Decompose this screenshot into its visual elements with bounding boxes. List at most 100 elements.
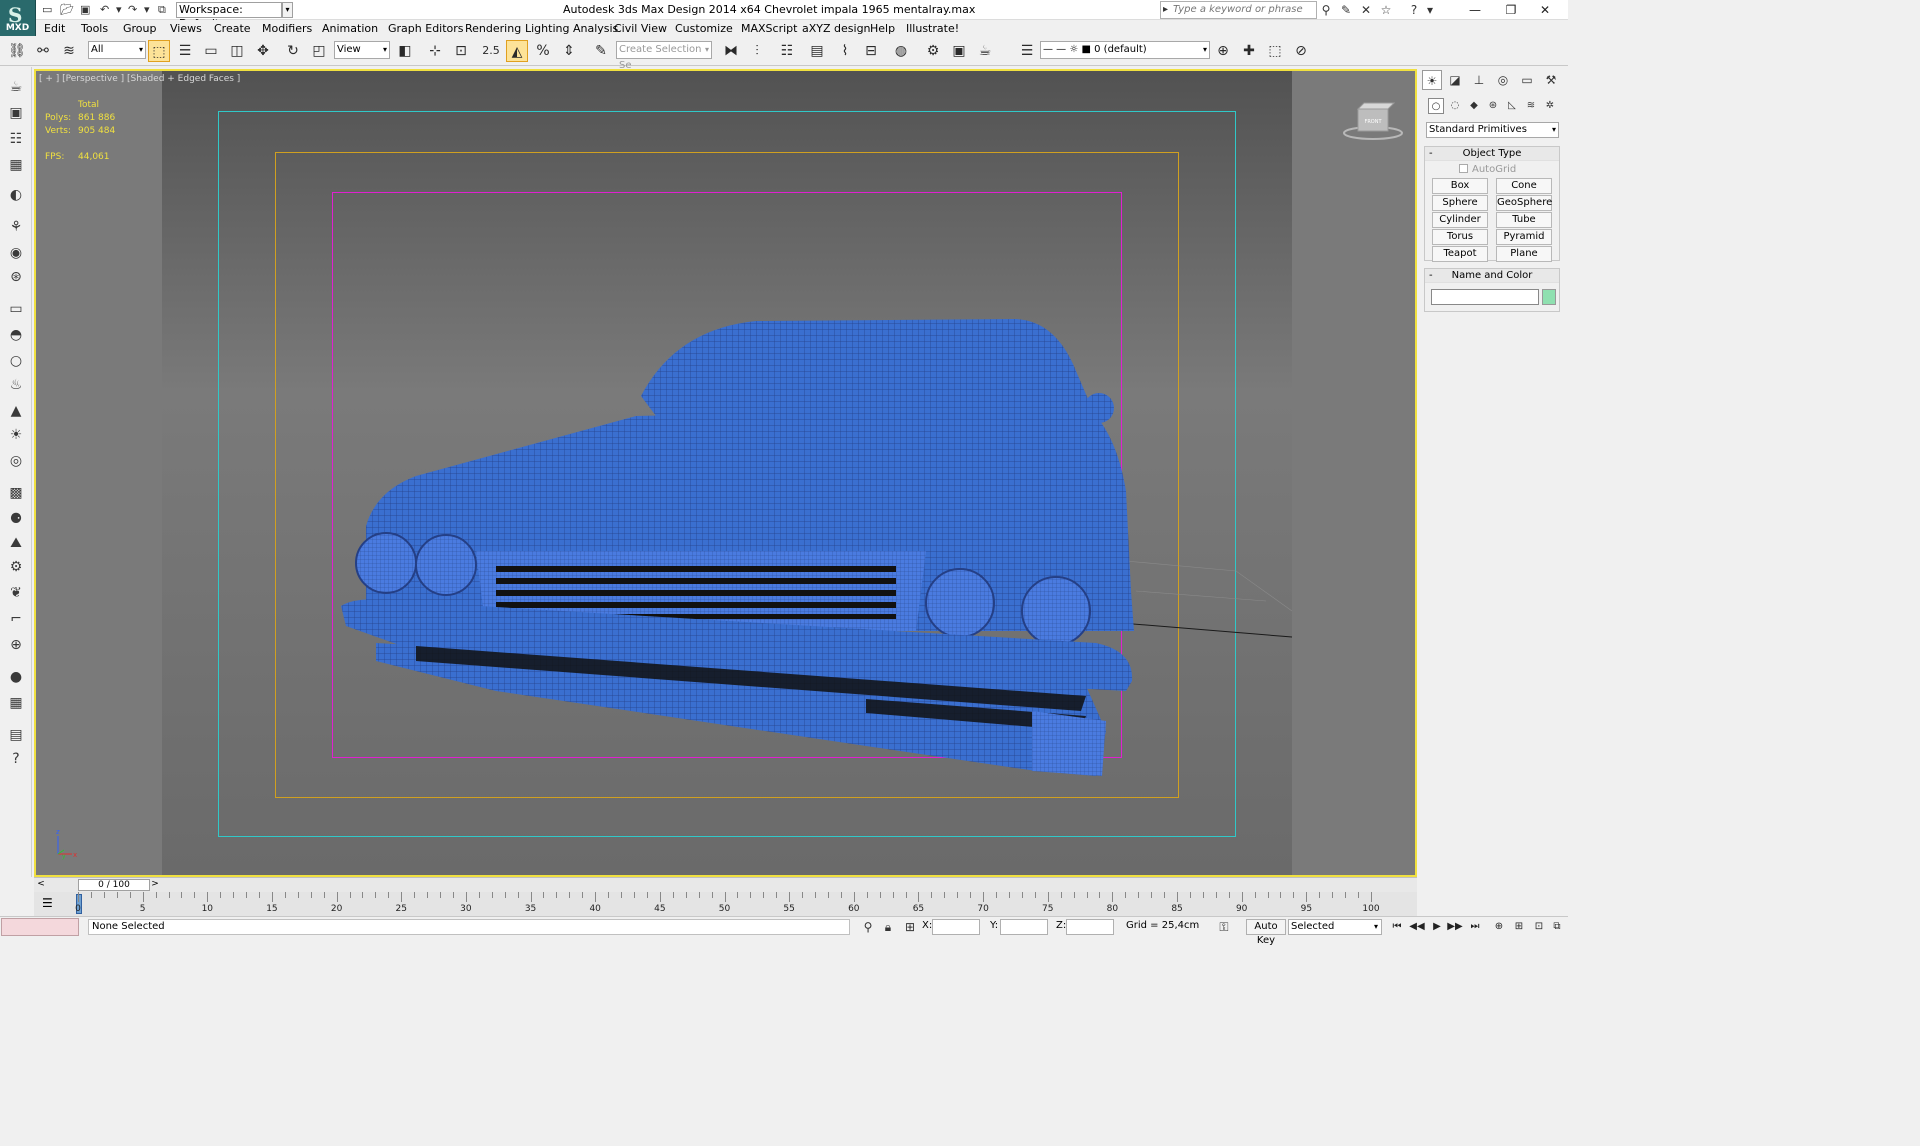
utilities-tab-icon[interactable]: ⚒ bbox=[1541, 70, 1561, 90]
torus-button[interactable]: Torus bbox=[1432, 229, 1488, 245]
z-coordinate-input[interactable] bbox=[1066, 919, 1114, 935]
lights-icon[interactable]: ◆ bbox=[1466, 98, 1482, 114]
mirror-icon[interactable]: ⧓ bbox=[720, 40, 742, 62]
calculator-icon[interactable]: ▦ bbox=[5, 693, 27, 713]
help-dropdown-icon[interactable]: ▾ bbox=[1422, 2, 1438, 18]
shapes-icon[interactable]: ◌ bbox=[1447, 98, 1463, 114]
play-icon[interactable]: ▶ bbox=[1428, 919, 1446, 935]
key-filter-dropdown[interactable]: Selected ▾ bbox=[1288, 919, 1382, 935]
absolute-mode-icon[interactable]: ⊞ bbox=[902, 919, 918, 935]
angle-snap-icon[interactable]: ◭ bbox=[506, 40, 528, 62]
curve-editor-mini-icon[interactable]: ☰ bbox=[42, 896, 53, 910]
save-file-icon[interactable]: ▣ bbox=[80, 3, 90, 17]
align-icon[interactable]: ⫶ bbox=[746, 40, 768, 62]
maximize-viewport-icon[interactable]: ⧉ bbox=[1548, 919, 1566, 935]
object-color-swatch[interactable] bbox=[1542, 289, 1556, 305]
cone-icon[interactable]: ▲ bbox=[5, 401, 27, 421]
time-slider-thumb[interactable]: 0 / 100 bbox=[78, 879, 150, 891]
material-editor-icon[interactable]: ◍ bbox=[890, 40, 912, 62]
lock-selection-icon[interactable]: ⚲ bbox=[860, 919, 876, 935]
menu-tools[interactable]: Tools bbox=[81, 22, 108, 35]
redo-dropdown-icon[interactable]: ▾ bbox=[144, 3, 150, 17]
spinner-snap-icon[interactable]: ⇕ bbox=[558, 40, 580, 62]
graphite-ribbon-icon[interactable]: ▤ bbox=[806, 40, 828, 62]
menu-group[interactable]: Group bbox=[123, 22, 157, 35]
layer-toolbar-icon[interactable]: ☰ bbox=[1016, 40, 1038, 62]
zoom-extents-icon[interactable]: ⊡ bbox=[1530, 919, 1548, 935]
undo-icon[interactable]: ↶ bbox=[100, 3, 109, 17]
add-to-layer-icon[interactable]: ✚ bbox=[1238, 40, 1260, 62]
list-icon[interactable]: ☷ bbox=[5, 129, 27, 149]
redo-icon[interactable]: ↷ bbox=[128, 3, 137, 17]
stairs-icon[interactable]: ⌐ bbox=[5, 609, 27, 629]
bind-space-warp-icon[interactable]: ≋ bbox=[58, 40, 80, 62]
motion-tab-icon[interactable]: ◎ bbox=[1493, 70, 1513, 90]
select-by-name-icon[interactable]: ☰ bbox=[174, 40, 196, 62]
menu-help[interactable]: Help bbox=[870, 22, 895, 35]
menu-animation[interactable]: Animation bbox=[322, 22, 378, 35]
zoom-all-icon[interactable]: ⊞ bbox=[1510, 919, 1528, 935]
keyboard-shortcut-override-icon[interactable]: ⊡ bbox=[450, 40, 472, 62]
unlink-icon[interactable]: ⚯ bbox=[32, 40, 54, 62]
teapot-icon[interactable]: ☕ bbox=[5, 77, 27, 97]
reference-coordinate-dropdown[interactable]: View ▾ bbox=[334, 41, 390, 59]
schematic-view-icon[interactable]: ⊟ bbox=[860, 40, 882, 62]
menu-edit[interactable]: Edit bbox=[44, 22, 65, 35]
go-to-start-icon[interactable]: ⏮ bbox=[1388, 919, 1406, 935]
create-layer-icon[interactable]: ⊕ bbox=[1212, 40, 1234, 62]
object-type-header[interactable]: - Object Type bbox=[1425, 147, 1559, 161]
teapot-button[interactable]: Teapot bbox=[1432, 246, 1488, 262]
plant-icon[interactable]: ❦ bbox=[5, 583, 27, 603]
script-icon[interactable]: ▤ bbox=[5, 725, 27, 745]
menu-create[interactable]: Create bbox=[214, 22, 251, 35]
render-production-icon[interactable]: ☕ bbox=[974, 40, 996, 62]
auto-key-button[interactable]: Auto Key bbox=[1246, 919, 1286, 946]
padlock-icon[interactable]: 🔒︎ bbox=[880, 919, 896, 935]
key-icon[interactable]: ⚿ bbox=[1216, 919, 1232, 935]
rectangular-selection-icon[interactable]: ▭ bbox=[200, 40, 222, 62]
cylinder-button[interactable]: Cylinder bbox=[1432, 212, 1488, 228]
track-bar[interactable]: ☰ 0 5 10 15 20 25 30 35 40 45 50 55 60 65 70 75 80 85 90 95… bbox=[34, 892, 1417, 916]
sphere-button[interactable]: Sphere bbox=[1432, 195, 1488, 211]
select-and-link-icon[interactable]: ⛓ bbox=[6, 40, 28, 62]
binoculars-icon[interactable]: ⚲ bbox=[1318, 2, 1334, 18]
space-warps-icon[interactable]: ≋ bbox=[1523, 98, 1539, 114]
percent-snap-icon[interactable]: % bbox=[532, 40, 554, 62]
display-tab-icon[interactable]: ▭ bbox=[1517, 70, 1537, 90]
gear-icon[interactable]: ⚙ bbox=[5, 557, 27, 577]
teapot-small-icon[interactable]: ♨ bbox=[5, 375, 27, 395]
box-button[interactable]: Box bbox=[1432, 178, 1488, 194]
dome-icon[interactable]: ◓ bbox=[5, 325, 27, 345]
helpers-icon[interactable]: ◺ bbox=[1504, 98, 1520, 114]
open-file-icon[interactable]: 📂︎ bbox=[60, 3, 74, 17]
pyramid-button[interactable]: Pyramid bbox=[1496, 229, 1552, 245]
new-file-icon[interactable]: ▭ bbox=[42, 3, 52, 17]
table-icon[interactable]: ▦ bbox=[5, 155, 27, 175]
texture-icon[interactable]: ▩ bbox=[5, 483, 27, 503]
autogrid-checkbox[interactable]: AutoGrid bbox=[1459, 164, 1516, 175]
tube-button[interactable]: Tube bbox=[1496, 212, 1552, 228]
globe-icon[interactable]: ⊕ bbox=[5, 635, 27, 655]
help-icon[interactable]: ? bbox=[1406, 2, 1422, 18]
car-model[interactable] bbox=[36, 71, 1417, 877]
go-to-end-icon[interactable]: ⏭ bbox=[1466, 919, 1484, 935]
perspective-viewport[interactable]: [ + ] [Perspective ] [Shaded + Edged Fac… bbox=[34, 69, 1417, 877]
shaded-sphere-icon[interactable]: ● bbox=[5, 667, 27, 687]
menu-modifiers[interactable]: Modifiers bbox=[262, 22, 312, 35]
cameras-icon[interactable]: ⊛ bbox=[1485, 98, 1501, 114]
plane-icon[interactable]: ▭ bbox=[5, 299, 27, 319]
menu-rendering[interactable]: Rendering bbox=[465, 22, 521, 35]
communication-icon[interactable]: ✕ bbox=[1358, 2, 1374, 18]
close-button[interactable]: ✕ bbox=[1522, 0, 1568, 20]
window-crossing-icon[interactable]: ◫ bbox=[226, 40, 248, 62]
create-tab-icon[interactable]: ☀ bbox=[1422, 70, 1442, 90]
zoom-icon[interactable]: ⊕ bbox=[1490, 919, 1508, 935]
sound-icon[interactable]: ◉ bbox=[5, 243, 27, 263]
select-object-icon[interactable]: ⬚ bbox=[148, 40, 170, 62]
search-input[interactable]: Type a keyword or phrase bbox=[1160, 1, 1317, 19]
project-folder-icon[interactable]: ⧉ bbox=[158, 3, 166, 17]
pivot-center-icon[interactable]: ◧ bbox=[394, 40, 416, 62]
x-coordinate-input[interactable] bbox=[932, 919, 980, 935]
select-and-scale-icon[interactable]: ◰ bbox=[308, 40, 330, 62]
menu-illustrate[interactable]: Illustrate! bbox=[906, 22, 959, 35]
